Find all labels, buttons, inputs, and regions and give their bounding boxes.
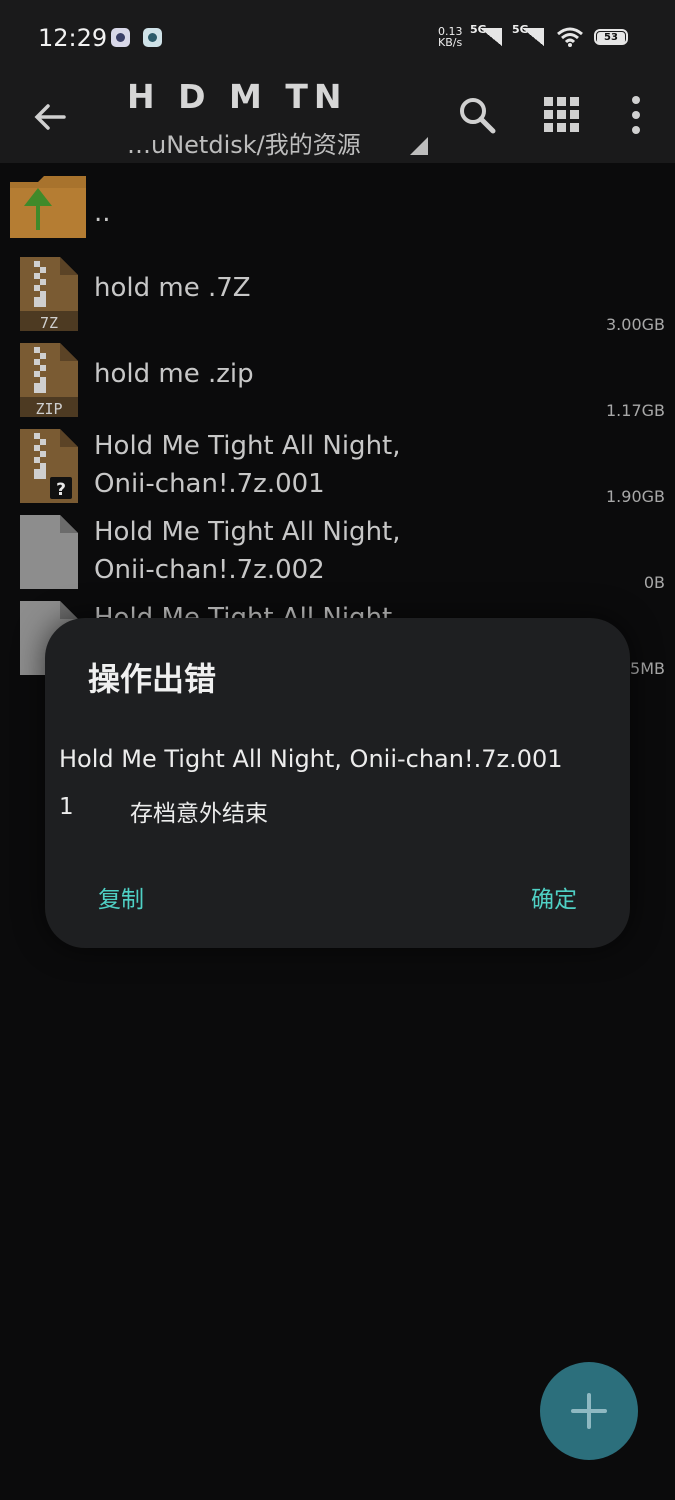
current-path[interactable]: …uNetdisk/我的资源 [127,125,361,160]
grid-view-icon[interactable] [542,95,582,135]
status-time: 12:29 [38,24,108,52]
battery-level: 53 [597,32,625,44]
file-size: 5MB [630,659,665,678]
signal-icon: 5G [512,23,544,46]
file-size: 0B [643,573,665,592]
file-row[interactable]: ZIP hold me .zip 1.17GB [0,337,675,423]
toolbar: H D M TN …uNetdisk/我的资源 [0,75,675,163]
error-detail: 存档意外结束 [130,801,268,827]
file-row-parent[interactable]: .. [0,168,675,254]
back-arrow-icon[interactable] [30,97,70,137]
archive-zip-icon: ZIP [20,343,78,417]
file-name: .. [94,198,111,228]
network-speed: 0.13 KB/s [438,25,463,49]
ok-button[interactable]: 确定 [531,880,577,914]
file-row[interactable]: ? Hold Me Tight All Night, Onii-chan!.7z… [0,423,675,509]
svg-text:ZIP: ZIP [35,400,62,417]
file-name: hold me .7Z [94,273,251,303]
error-dialog: 操作出错 Hold Me Tight All Night, Onii-chan!… [45,618,630,948]
file-size: 1.17GB [606,401,665,420]
status-bar: 12:29 0.13 KB/s 5G 5G 53 [0,0,675,75]
notification-app-icon [111,28,130,47]
signal-icon: 5G [470,23,502,46]
file-name: Hold Me Tight All Night, Onii-chan!.7z.0… [94,431,401,499]
wifi-icon [557,27,583,47]
dialog-message: Hold Me Tight All Night, Onii-chan!.7z.0… [59,745,563,773]
status-indicators: 0.13 KB/s 5G 5G 53 [438,23,638,52]
file-row[interactable]: 7Z hold me .7Z 3.00GB [0,251,675,337]
add-fab-button[interactable] [540,1362,638,1460]
battery-icon: 53 [594,29,628,45]
toolbar-title: H D M TN [127,77,348,116]
file-icon [20,515,78,589]
error-code: 1 [59,794,74,820]
file-row[interactable]: Hold Me Tight All Night, Onii-chan!.7z.0… [0,509,675,595]
file-name: Hold Me Tight All Night, Onii-chan!.7z.0… [94,517,401,585]
archive-7z-icon: 7Z [20,257,78,331]
file-size: 1.90GB [606,487,665,506]
notification-app-icon [143,28,162,47]
dialog-title: 操作出错 [88,660,217,698]
svg-text:7Z: 7Z [40,314,58,331]
path-dropdown-icon[interactable] [410,137,428,155]
plus-icon [571,1393,607,1429]
folder-up-icon [10,176,86,238]
copy-button[interactable]: 复制 [98,880,144,914]
svg-text:?: ? [56,480,66,500]
file-size: 3.00GB [606,315,665,334]
file-name: hold me .zip [94,359,254,389]
more-vert-icon[interactable] [616,95,656,135]
archive-unknown-icon: ? [20,429,78,503]
search-icon[interactable] [457,95,497,135]
